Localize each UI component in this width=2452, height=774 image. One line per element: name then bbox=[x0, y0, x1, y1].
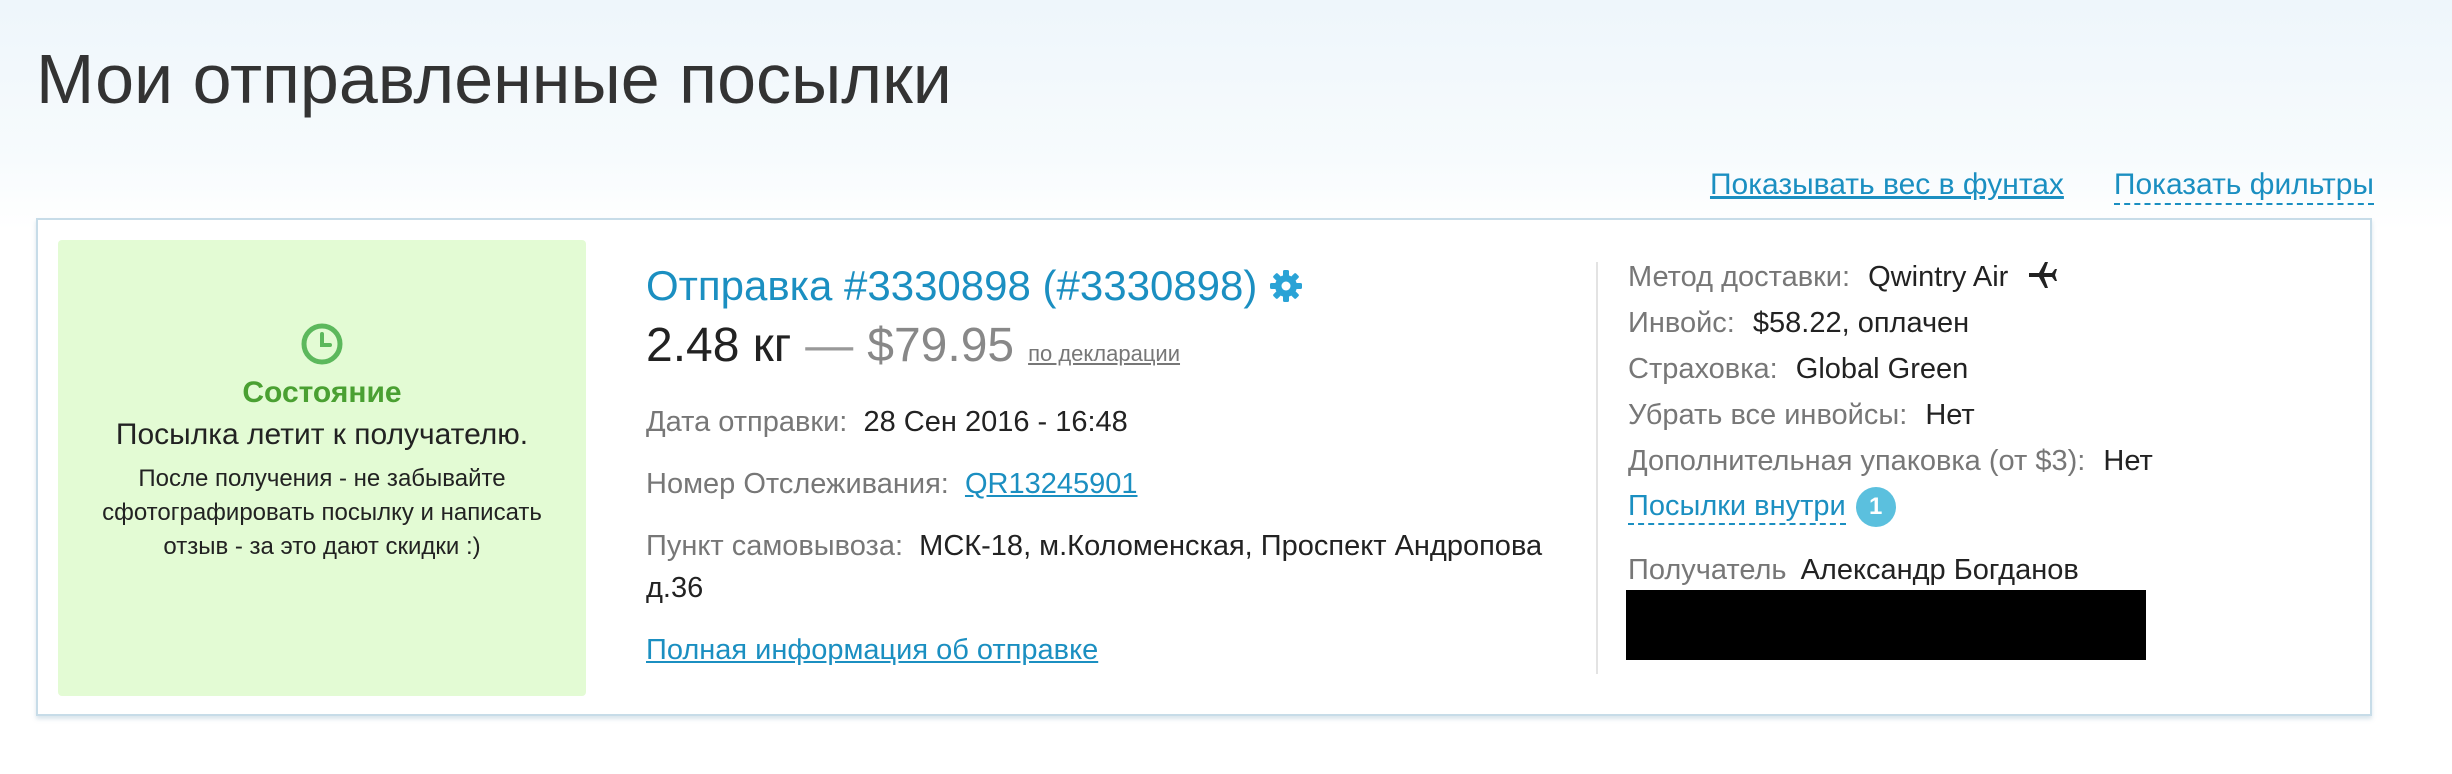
shipment-info: Отправка #3330898 (#3330898) 2.48 кг — $… bbox=[646, 260, 1546, 671]
delivery-method-value: Qwintry Air bbox=[1868, 261, 2009, 293]
ship-date-value: 28 Сен 2016 - 16:48 bbox=[863, 406, 1128, 438]
parcels-count-badge: 1 bbox=[1855, 487, 1896, 527]
ship-date-label: Дата отправки: bbox=[646, 406, 848, 438]
delivery-method-field: Метод доставки: Qwintry Air bbox=[1628, 254, 2348, 300]
shipment-weight: 2.48 кг bbox=[646, 319, 792, 372]
clock-icon bbox=[301, 323, 343, 365]
invoice-label: Инвойс: bbox=[1628, 307, 1735, 339]
shipment-title[interactable]: Отправка #3330898 (#3330898) bbox=[646, 260, 1257, 312]
insurance-value: Global Green bbox=[1795, 353, 1969, 385]
invoice-value: $58.22, оплачен bbox=[1752, 307, 1970, 339]
tracking-field: Номер Отслеживания: QR13245901 bbox=[646, 463, 1546, 505]
tracking-number-link[interactable]: QR13245901 bbox=[965, 468, 1138, 500]
parcels-inside-row: Посылки внутри 1 bbox=[1628, 484, 2348, 530]
redacted-block bbox=[1626, 590, 2146, 660]
show-weight-lbs-link[interactable]: Показывать вес в фунтах bbox=[1710, 168, 2064, 205]
parcels-inside-link[interactable]: Посылки внутри bbox=[1628, 489, 1846, 525]
extra-packing-value: Нет bbox=[2103, 445, 2153, 477]
weight-price-separator: — bbox=[805, 319, 854, 372]
status-panel: Состояние Посылка летит к получателю. По… bbox=[58, 240, 586, 696]
recipient-label: Получатель bbox=[1628, 554, 1787, 586]
weight-price-line: 2.48 кг — $79.95 по декларации bbox=[646, 318, 1546, 373]
top-links: Показывать вес в фунтах Показать фильтры bbox=[1710, 168, 2374, 205]
remove-invoices-field: Убрать все инвойсы: Нет bbox=[1628, 392, 2348, 438]
recipient-name: Александр Богданов bbox=[1800, 554, 2079, 586]
tracking-label: Номер Отслеживания: bbox=[646, 468, 949, 500]
status-text: Посылка летит к получателю. bbox=[115, 418, 529, 451]
extra-packing-label: Дополнительная упаковка (от $3): bbox=[1628, 445, 2086, 477]
shipment-title-row: Отправка #3330898 (#3330898) bbox=[646, 260, 1546, 312]
insurance-field: Страховка: Global Green bbox=[1628, 346, 2348, 392]
pickup-label: Пункт самовывоза: bbox=[646, 530, 904, 562]
pickup-field: Пункт самовывоза: МСК-18, м.Коломенская,… bbox=[646, 525, 1546, 609]
plane-icon bbox=[2029, 262, 2058, 288]
ship-date-field: Дата отправки: 28 Сен 2016 - 16:48 bbox=[646, 401, 1546, 443]
remove-invoices-value: Нет bbox=[1925, 399, 1975, 431]
delivery-method-label: Метод доставки: bbox=[1628, 261, 1851, 293]
shipment-card: Состояние Посылка летит к получателю. По… bbox=[36, 218, 2372, 716]
insurance-label: Страховка: bbox=[1628, 353, 1778, 385]
column-divider bbox=[1596, 262, 1598, 674]
invoice-field: Инвойс: $58.22, оплачен bbox=[1628, 300, 2348, 346]
status-note: После получения - не забывайте сфотограф… bbox=[102, 465, 542, 560]
status-title: Состояние bbox=[242, 376, 402, 409]
show-filters-link[interactable]: Показать фильтры bbox=[2113, 168, 2374, 205]
declaration-link[interactable]: по декларации bbox=[1028, 341, 1180, 367]
extra-packing-field: Дополнительная упаковка (от $3): Нет bbox=[1628, 438, 2348, 484]
remove-invoices-label: Убрать все инвойсы: bbox=[1628, 399, 1908, 431]
shipment-price: $79.95 bbox=[867, 319, 1015, 372]
gear-icon[interactable] bbox=[1269, 269, 1303, 303]
page-title: Мои отправленные посылки bbox=[36, 40, 952, 118]
full-info-link[interactable]: Полная информация об отправке bbox=[646, 634, 1098, 666]
shipment-details: Метод доставки: Qwintry Air Инвойс: $58.… bbox=[1626, 254, 2348, 660]
full-info-row: Полная информация об отправке bbox=[646, 629, 1546, 671]
recipient-field: Получатель Александр Богданов bbox=[1628, 552, 2348, 588]
